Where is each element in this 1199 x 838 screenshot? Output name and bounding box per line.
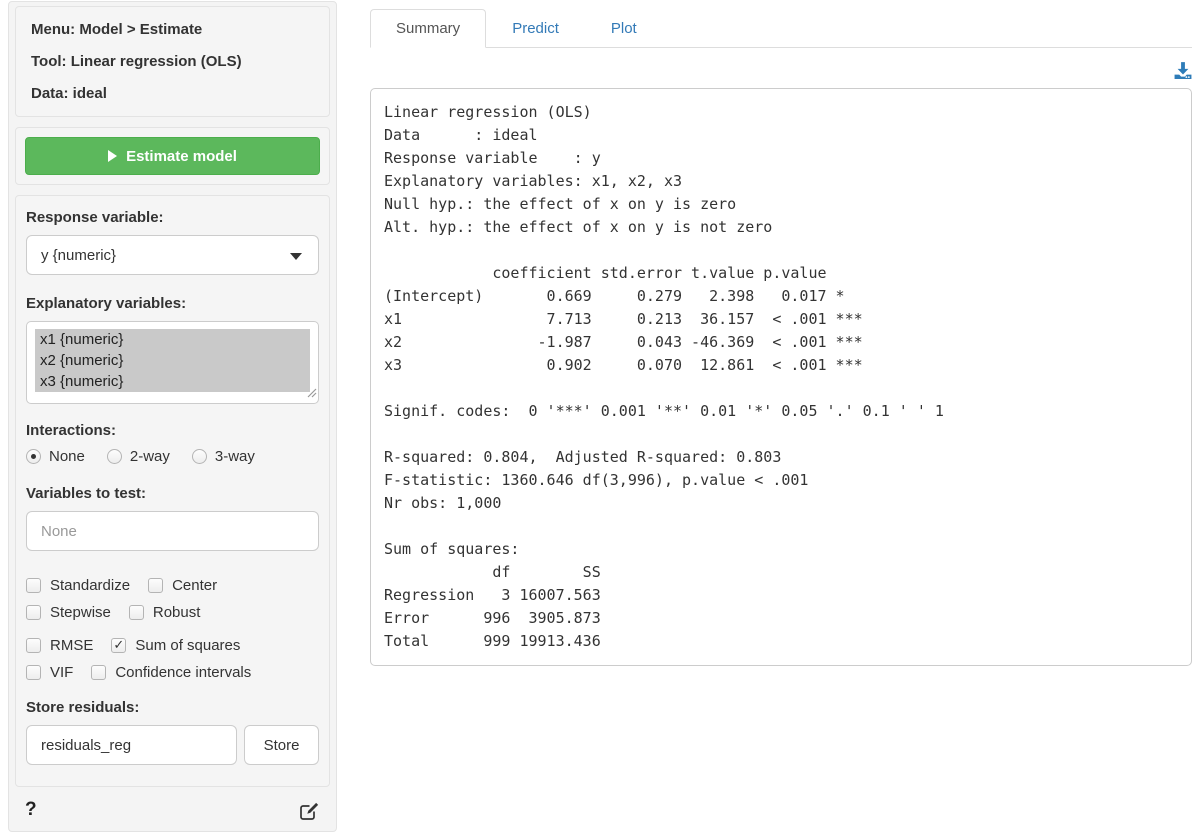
checkbox-vif[interactable]: VIF [26,664,73,681]
checkbox-row-3: RMSE Sum of squares [26,637,319,654]
interactions-radio-group: None 2-way 3-way [26,448,319,465]
checkbox-rmse-control[interactable] [26,638,41,653]
radio-none[interactable]: None [26,448,85,465]
listbox-option-x1[interactable]: x1 {numeric} [35,329,310,350]
main-panel: Summary Predict Plot Linear regression (… [370,0,1199,838]
radio-2-way[interactable]: 2-way [107,448,170,465]
checkbox-row-1: Standardize Center [26,577,319,594]
checkbox-robust[interactable]: Robust [129,604,201,621]
explanatory-variables-label: Explanatory variables: [26,295,319,312]
radio-none-label: None [49,448,85,465]
radio-3-way-label: 3-way [215,448,255,465]
response-variable-select[interactable]: y {numeric} [26,235,319,275]
checkbox-row-2: Stepwise Robust [26,604,319,621]
checkbox-stepwise-control[interactable] [26,605,41,620]
model-form-panel: Response variable: y {numeric} Explanato… [15,195,330,787]
store-residuals-input[interactable]: residuals_reg [26,725,237,765]
menu-breadcrumb: Menu: Model > Estimate [31,20,314,39]
checkbox-row-4: VIF Confidence intervals [26,664,319,681]
variables-to-test-label: Variables to test: [26,485,319,502]
checkbox-standardize[interactable]: Standardize [26,577,130,594]
explanatory-variables-listbox[interactable]: x1 {numeric} x2 {numeric} x3 {numeric} [26,321,319,404]
checkbox-center-control[interactable] [148,578,163,593]
estimate-panel: Estimate model [15,127,330,185]
variables-to-test-placeholder: None [41,523,77,540]
listbox-option-x3[interactable]: x3 {numeric} [35,371,310,392]
radio-2-way-control[interactable] [107,449,122,464]
checkbox-sum-of-squares[interactable]: Sum of squares [111,637,240,654]
interactions-label: Interactions: [26,422,319,439]
checkbox-rmse[interactable]: RMSE [26,637,93,654]
help-icon[interactable]: ? [25,799,37,821]
checkbox-center[interactable]: Center [148,577,217,594]
radio-3-way-control[interactable] [192,449,207,464]
checkbox-vif-control[interactable] [26,665,41,680]
variables-to-test-input[interactable]: None [26,511,319,551]
regression-summary-output: Linear regression (OLS) Data : ideal Res… [370,88,1192,666]
checkbox-stepwise-label: Stepwise [50,604,111,621]
radio-none-control[interactable] [26,449,41,464]
checkbox-stepwise[interactable]: Stepwise [26,604,111,621]
chevron-down-icon [290,253,302,260]
download-icon[interactable] [1174,62,1192,79]
checkbox-confidence-intervals-control[interactable] [91,665,106,680]
store-residuals-value: residuals_reg [41,737,131,754]
radio-3-way[interactable]: 3-way [192,448,255,465]
model-info-panel: Menu: Model > Estimate Tool: Linear regr… [15,6,330,117]
checkbox-confidence-intervals-label: Confidence intervals [115,664,251,681]
store-button[interactable]: Store [244,725,319,765]
checkbox-confidence-intervals[interactable]: Confidence intervals [91,664,251,681]
checkbox-center-label: Center [172,577,217,594]
tab-summary[interactable]: Summary [370,9,486,48]
checkbox-robust-control[interactable] [129,605,144,620]
sidebar-footer: ? [15,797,330,827]
listbox-option-x2[interactable]: x2 {numeric} [35,350,310,371]
checkbox-robust-label: Robust [153,604,201,621]
tab-bar: Summary Predict Plot [370,9,1192,48]
response-variable-label: Response variable: [26,209,319,226]
tab-plot[interactable]: Plot [585,9,663,48]
edit-icon[interactable] [299,800,320,821]
response-variable-value: y {numeric} [41,247,116,264]
play-icon [108,150,117,162]
checkbox-sum-of-squares-control[interactable] [111,638,126,653]
radio-2-way-label: 2-way [130,448,170,465]
checkbox-rmse-label: RMSE [50,637,93,654]
resize-handle-icon[interactable] [307,385,317,402]
store-residuals-row: residuals_reg Store [26,725,319,765]
tab-predict[interactable]: Predict [486,9,585,48]
checkbox-standardize-control[interactable] [26,578,41,593]
sidebar: Menu: Model > Estimate Tool: Linear regr… [8,1,337,832]
estimate-model-button[interactable]: Estimate model [25,137,320,175]
tool-name: Tool: Linear regression (OLS) [31,52,314,71]
store-residuals-label: Store residuals: [26,699,319,716]
estimate-model-label: Estimate model [126,148,237,165]
checkbox-vif-label: VIF [50,664,73,681]
toolbar [370,48,1192,87]
dataset-name: Data: ideal [31,84,314,103]
checkbox-standardize-label: Standardize [50,577,130,594]
checkbox-sum-of-squares-label: Sum of squares [135,637,240,654]
